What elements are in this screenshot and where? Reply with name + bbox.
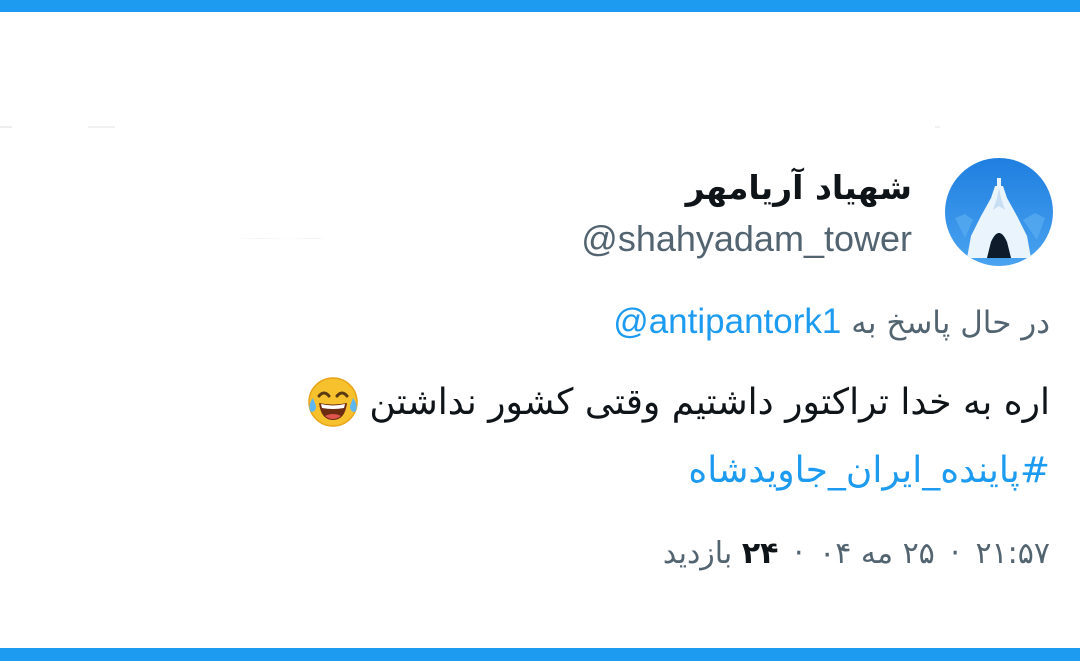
author-handle[interactable]: @shahyadam_tower [581, 218, 912, 260]
reply-context: در حال پاسخ به @antipantork1 [613, 302, 1050, 342]
meta-separator: · [950, 536, 960, 571]
views-label: بازدید [662, 536, 733, 571]
tweet-meta: ۲۱:۵۷ · ۲۵ مه ۰۴ · ۲۴ بازدید [663, 536, 1050, 571]
avatar[interactable] [945, 158, 1053, 266]
tweet-time[interactable]: ۲۱:۵۷ [975, 536, 1050, 571]
bottom-border-bar [0, 648, 1080, 661]
views-count[interactable]: ۲۴ [742, 536, 779, 571]
background-artifact [235, 238, 325, 239]
top-border-bar [0, 0, 1080, 12]
tweet-date[interactable]: ۲۵ مه ۰۴ [819, 536, 935, 571]
author-display-name[interactable]: شهیاد آریامهر [686, 168, 912, 207]
divider-line [0, 126, 1080, 128]
meta-separator: · [794, 536, 804, 571]
reply-prefix: در حال پاسخ به [851, 305, 1050, 341]
face-with-tears-of-joy-icon [307, 376, 359, 428]
reply-mention-link[interactable]: @antipantork1 [613, 302, 841, 341]
tweet-body: اره به خدا تراکتور داشتیم وقتی کشور نداش… [307, 376, 1050, 428]
hashtag-link[interactable]: #پاینده_ایران_جاویدشاه [688, 450, 1050, 491]
tweet-text: اره به خدا تراکتور داشتیم وقتی کشور نداش… [369, 381, 1050, 423]
azadi-tower-avatar-icon [945, 158, 1053, 266]
